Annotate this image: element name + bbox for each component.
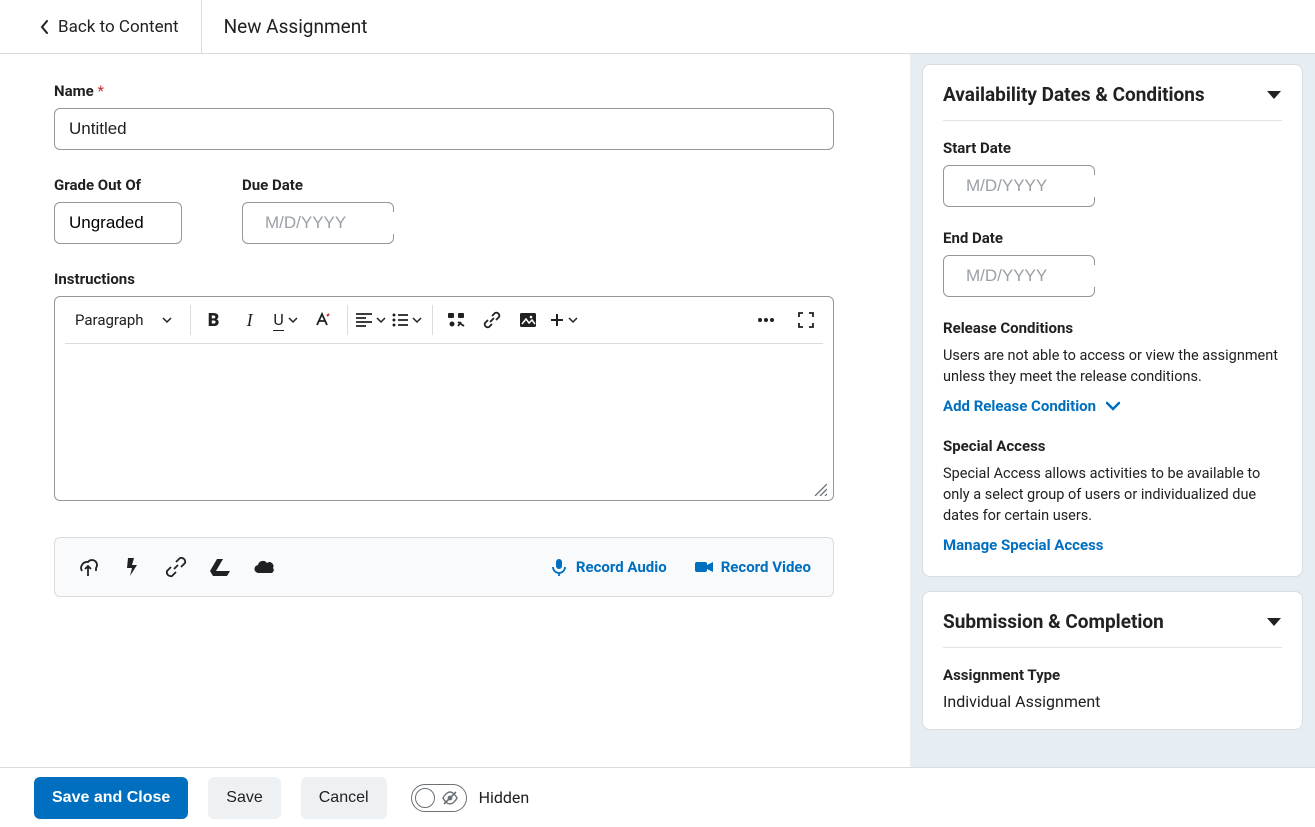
main-form: Name * Grade Out Of Due Date bbox=[0, 54, 910, 767]
release-conditions-desc: Users are not able to access or view the… bbox=[943, 345, 1282, 387]
special-access-desc: Special Access allows activities to be a… bbox=[943, 463, 1282, 526]
record-audio-button[interactable]: Record Audio bbox=[550, 558, 667, 576]
submission-panel: Submission & Completion Assignment Type … bbox=[922, 591, 1303, 730]
italic-button[interactable]: I bbox=[233, 305, 267, 335]
due-date-field[interactable] bbox=[263, 212, 488, 234]
cancel-button[interactable]: Cancel bbox=[301, 777, 387, 819]
video-camera-icon bbox=[695, 558, 713, 576]
manage-special-access-button[interactable]: Manage Special Access bbox=[943, 536, 1104, 554]
due-date-input[interactable] bbox=[242, 202, 394, 244]
chevron-down-icon bbox=[412, 315, 422, 325]
chevron-down-icon bbox=[288, 315, 298, 325]
side-panel: Availability Dates & Conditions Start Da… bbox=[910, 54, 1315, 767]
underline-button[interactable]: U bbox=[269, 305, 303, 335]
visibility-toggle[interactable] bbox=[411, 784, 467, 812]
grade-label: Grade Out Of bbox=[54, 176, 182, 194]
end-date-input[interactable] bbox=[943, 255, 1095, 297]
visibility-label: Hidden bbox=[479, 788, 530, 807]
start-date-input[interactable] bbox=[943, 165, 1095, 207]
special-access-label: Special Access bbox=[943, 437, 1282, 455]
assignment-type-value: Individual Assignment bbox=[943, 692, 1282, 711]
paragraph-style-select[interactable]: Paragraph bbox=[71, 311, 182, 329]
link-icon bbox=[483, 311, 501, 329]
bold-button[interactable]: B bbox=[197, 305, 231, 335]
footer-bar: Save and Close Save Cancel Hidden bbox=[0, 767, 1315, 827]
save-and-close-button[interactable]: Save and Close bbox=[34, 777, 188, 819]
collapse-icon bbox=[1266, 89, 1282, 101]
resize-handle-icon[interactable] bbox=[813, 482, 827, 496]
ellipsis-icon bbox=[757, 317, 775, 323]
bullet-list-icon bbox=[392, 313, 408, 327]
page-title: New Assignment bbox=[202, 15, 390, 38]
header: Back to Content New Assignment bbox=[0, 0, 1315, 54]
microphone-icon bbox=[550, 558, 568, 576]
plus-icon bbox=[550, 313, 564, 327]
due-date-label: Due Date bbox=[242, 176, 394, 194]
insert-image-button[interactable] bbox=[511, 305, 545, 335]
insert-link-button[interactable] bbox=[475, 305, 509, 335]
fullscreen-icon bbox=[798, 312, 814, 328]
assignment-type-label: Assignment Type bbox=[943, 666, 1282, 684]
name-label: Name * bbox=[54, 82, 910, 100]
align-button[interactable] bbox=[354, 305, 388, 335]
add-release-condition-button[interactable]: Add Release Condition bbox=[943, 397, 1120, 415]
more-actions-button[interactable] bbox=[749, 305, 783, 335]
text-color-button[interactable] bbox=[305, 305, 339, 335]
align-left-icon bbox=[356, 313, 372, 327]
hidden-eye-icon bbox=[442, 790, 458, 806]
attachments-bar: Record Audio Record Video bbox=[54, 537, 834, 597]
release-conditions-label: Release Conditions bbox=[943, 319, 1282, 337]
chevron-down-icon bbox=[568, 315, 578, 325]
availability-panel: Availability Dates & Conditions Start Da… bbox=[922, 64, 1303, 577]
availability-panel-header[interactable]: Availability Dates & Conditions bbox=[943, 83, 1282, 121]
fullscreen-button[interactable] bbox=[789, 305, 823, 335]
rich-text-editor: Paragraph B I U bbox=[54, 296, 834, 501]
required-marker: * bbox=[97, 82, 103, 100]
google-drive-icon[interactable] bbox=[209, 556, 231, 578]
chevron-down-icon bbox=[162, 315, 172, 325]
insert-more-button[interactable] bbox=[547, 305, 581, 335]
end-date-label: End Date bbox=[943, 229, 1282, 247]
start-date-label: Start Date bbox=[943, 139, 1282, 157]
name-input[interactable] bbox=[54, 108, 834, 150]
upload-file-icon[interactable] bbox=[77, 556, 99, 578]
attach-link-icon[interactable] bbox=[165, 556, 187, 578]
font-color-icon bbox=[313, 311, 331, 329]
save-button[interactable]: Save bbox=[208, 777, 280, 819]
editor-content-area[interactable] bbox=[55, 350, 833, 500]
quicklink-lightning-icon[interactable] bbox=[121, 556, 143, 578]
list-button[interactable] bbox=[390, 305, 424, 335]
image-icon bbox=[519, 312, 537, 328]
grade-input[interactable] bbox=[54, 202, 182, 244]
chevron-down-icon bbox=[376, 315, 386, 325]
back-to-content-button[interactable]: Back to Content bbox=[0, 0, 202, 53]
insert-stuff-button[interactable] bbox=[439, 305, 473, 335]
chevron-down-icon bbox=[1106, 401, 1120, 411]
submission-panel-header[interactable]: Submission & Completion bbox=[943, 610, 1282, 648]
back-label: Back to Content bbox=[58, 17, 179, 37]
record-video-button[interactable]: Record Video bbox=[695, 558, 811, 576]
onedrive-icon[interactable] bbox=[253, 556, 275, 578]
collapse-icon bbox=[1266, 616, 1282, 628]
instructions-label: Instructions bbox=[54, 270, 910, 288]
chevron-left-icon bbox=[40, 20, 50, 34]
insert-quicklink-icon bbox=[447, 312, 465, 328]
